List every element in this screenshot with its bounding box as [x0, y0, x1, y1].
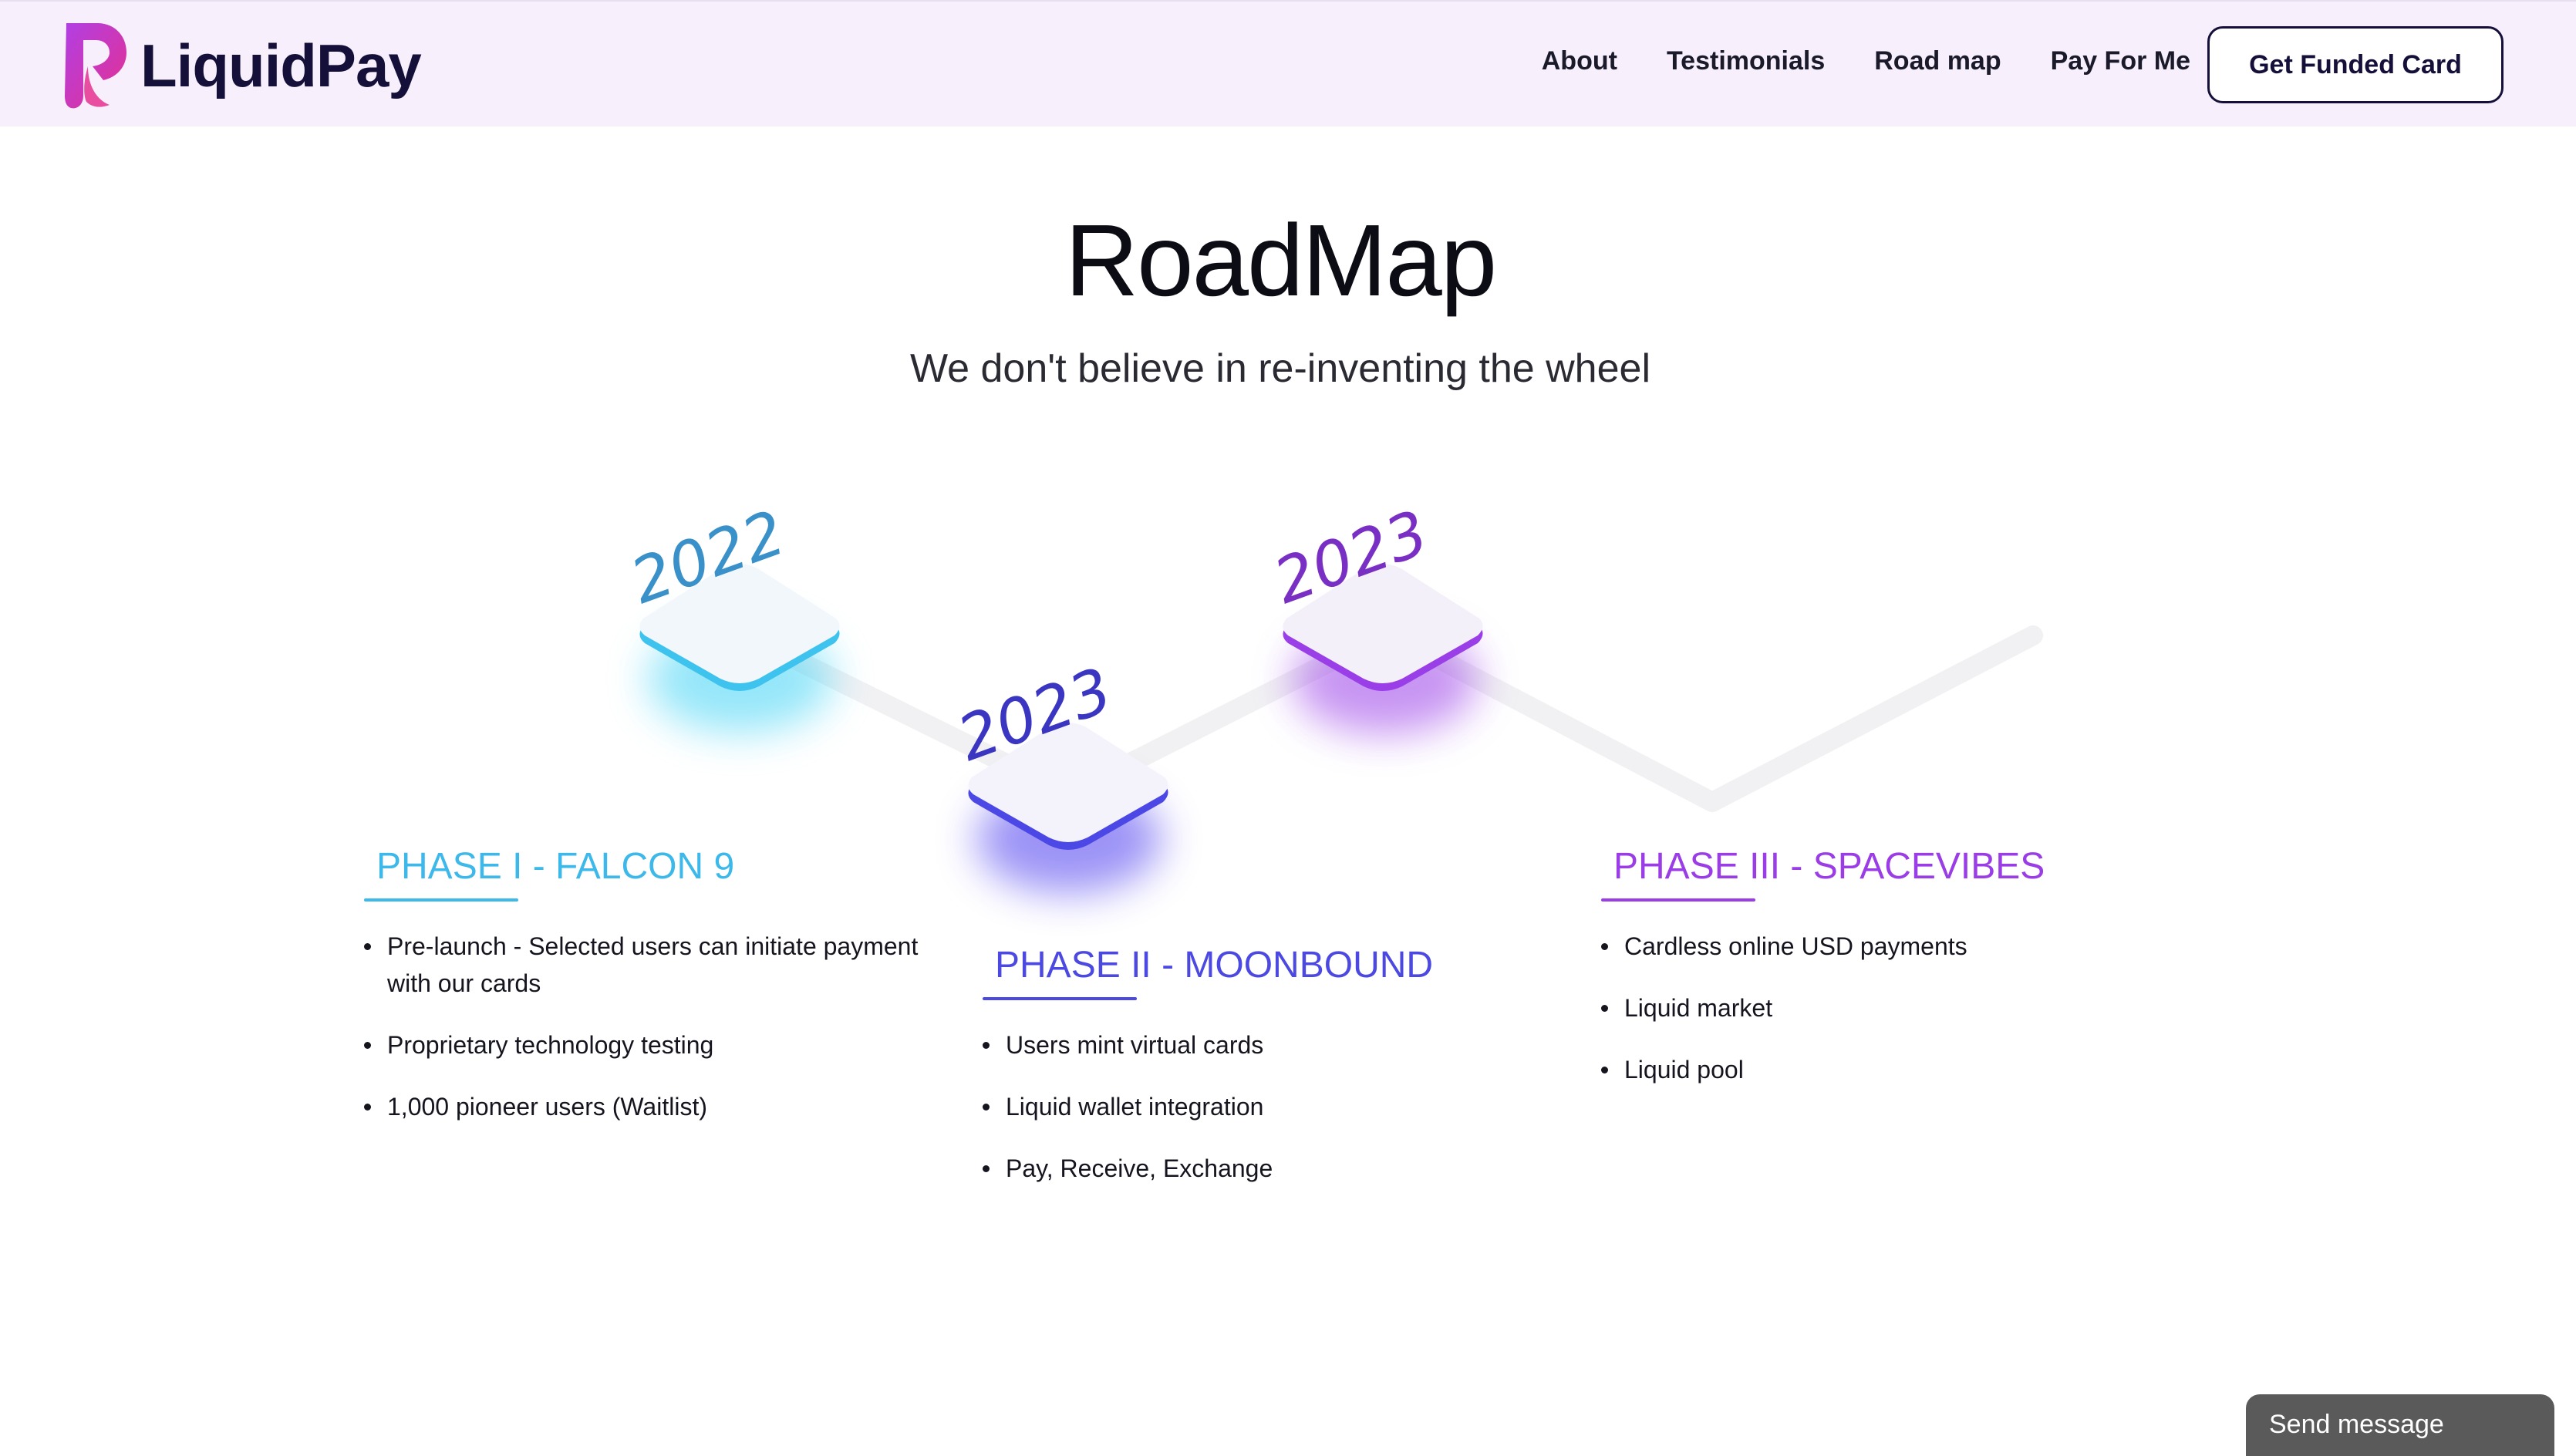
nav-link-pay-for-me[interactable]: Pay For Me [2051, 46, 2190, 76]
phase-2-item: Pay, Receive, Exchange [983, 1150, 1522, 1187]
phase-3-title: PHASE III - SPACEVIBES [1613, 846, 2045, 887]
brand-logo[interactable]: LiquidPay [62, 20, 422, 111]
phase-1-item: Proprietary technology testing [364, 1026, 966, 1063]
phase-1: PHASE I - FALCON 9 Pre-launch - Selected… [364, 845, 966, 1150]
nav-link-testimonials[interactable]: Testimonials [1667, 46, 1825, 76]
nav-link-road-map[interactable]: Road map [1874, 46, 2001, 76]
phase-2-item: Users mint virtual cards [983, 1026, 1522, 1063]
phase-3-underline [1601, 898, 1755, 902]
phase-3-item: Liquid market [1601, 989, 2156, 1026]
milestone-year-2: 2023 [949, 653, 1121, 776]
phase-2-list: Users mint virtual cards Liquid wallet i… [983, 1026, 1522, 1187]
milestone-year-1: 2022 [622, 496, 794, 618]
nav-link-about[interactable]: About [1542, 46, 1617, 76]
phase-1-title: PHASE I - FALCON 9 [376, 846, 735, 887]
send-message-chat-button[interactable]: Send message [2246, 1394, 2554, 1456]
phase-2-underline [983, 997, 1137, 1000]
phase-1-item: Pre-launch - Selected users can initiate… [364, 928, 966, 1002]
top-navbar: LiquidPay About Testimonials Road map Pa… [0, 0, 2576, 126]
milestone-tile-3 [1279, 563, 1487, 691]
phase-1-list: Pre-launch - Selected users can initiate… [364, 928, 966, 1125]
milestone-year-3: 2023 [1265, 496, 1438, 618]
page-subtitle: We don't believe in re-inventing the whe… [910, 346, 1650, 391]
phase-2-item: Liquid wallet integration [983, 1088, 1522, 1125]
milestone-glow-2 [976, 785, 1162, 893]
milestone-glow-1 [648, 625, 833, 733]
milestone-tile-2 [964, 722, 1172, 850]
brand-name: LiquidPay [140, 31, 422, 99]
milestone-glow-3 [1293, 626, 1478, 734]
page-title: RoadMap [1064, 204, 1497, 317]
phase-1-underline [364, 898, 518, 902]
phase-1-item: 1,000 pioneer users (Waitlist) [364, 1088, 966, 1125]
get-funded-card-button[interactable]: Get Funded Card [2207, 26, 2504, 103]
phase-2: PHASE II - MOONBOUND Users mint virtual … [983, 944, 1522, 1212]
milestone-tile-1 [636, 563, 844, 691]
nav-links: About Testimonials Road map Pay For Me [1492, 46, 2190, 76]
phase-2-title: PHASE II - MOONBOUND [995, 945, 1434, 986]
phase-3: PHASE III - SPACEVIBES Cardless online U… [1601, 845, 2156, 1113]
phase-3-list: Cardless online USD payments Liquid mark… [1601, 928, 2156, 1088]
liquidpay-logo-icon [65, 23, 126, 109]
phase-3-item: Cardless online USD payments [1601, 928, 2156, 965]
phase-3-item: Liquid pool [1601, 1051, 2156, 1088]
